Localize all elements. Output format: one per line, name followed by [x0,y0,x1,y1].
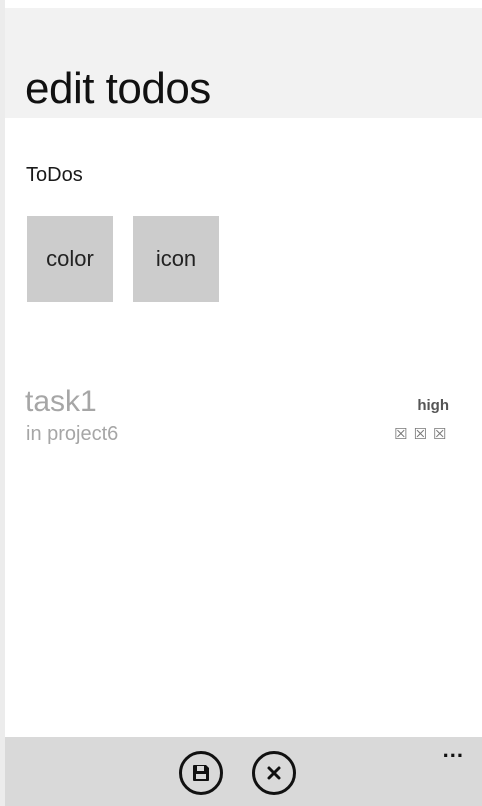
section-label: ToDos [26,164,83,186]
close-icon [267,766,281,780]
priority-box-icon: ☒ [394,426,408,443]
task-priority: high [417,397,449,414]
task-project: in project6 [26,423,119,445]
color-button[interactable]: color [27,216,113,302]
priority-icons: ☒ ☒ ☒ [394,427,446,443]
header: edit todos [5,8,482,118]
save-button[interactable] [179,751,223,795]
save-icon [193,765,209,781]
priority-box-icon: ☒ [413,426,427,443]
icon-button[interactable]: icon [133,216,219,302]
priority-box-icon: ☒ [432,426,447,443]
task-title[interactable]: task1 [25,384,97,420]
more-button[interactable]: ... [443,739,464,761]
cancel-button[interactable] [252,751,296,795]
page-title: edit todos [25,64,211,113]
app-bar: ... [5,737,482,806]
page: edit todos ToDos color icon task1 in pro… [5,0,482,806]
